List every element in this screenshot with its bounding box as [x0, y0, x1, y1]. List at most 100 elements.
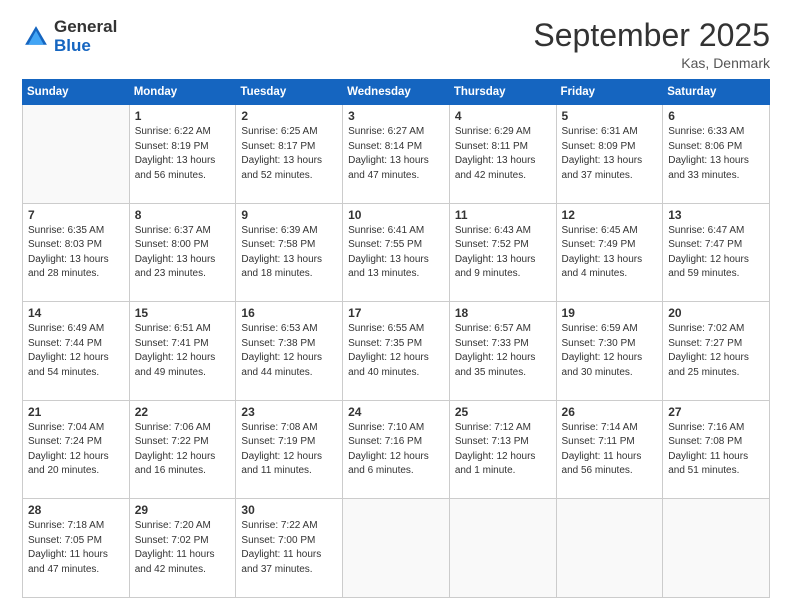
day-number: 14: [28, 306, 124, 320]
calendar-cell: [556, 499, 663, 598]
calendar-cell: 6 Sunrise: 6:33 AMSunset: 8:06 PMDayligh…: [663, 105, 770, 204]
logo-icon: [22, 23, 50, 51]
day-info: Sunrise: 6:47 AMSunset: 7:47 PMDaylight:…: [668, 224, 764, 282]
logo-text: General Blue: [54, 18, 117, 55]
col-sunday: Sunday: [23, 80, 130, 105]
day-info: Sunrise: 6:53 AMSunset: 7:38 PMDaylight:…: [241, 322, 337, 380]
day-number: 28: [28, 503, 124, 517]
day-info: Sunrise: 7:14 AMSunset: 7:11 PMDaylight:…: [562, 421, 658, 479]
day-info: Sunrise: 6:35 AMSunset: 8:03 PMDaylight:…: [28, 224, 124, 282]
day-info: Sunrise: 6:37 AMSunset: 8:00 PMDaylight:…: [135, 224, 231, 282]
calendar-cell: 3 Sunrise: 6:27 AMSunset: 8:14 PMDayligh…: [343, 105, 450, 204]
calendar-cell: 15 Sunrise: 6:51 AMSunset: 7:41 PMDaylig…: [129, 302, 236, 401]
day-info: Sunrise: 6:55 AMSunset: 7:35 PMDaylight:…: [348, 322, 444, 380]
day-info: Sunrise: 7:02 AMSunset: 7:27 PMDaylight:…: [668, 322, 764, 380]
calendar-cell: [23, 105, 130, 204]
day-info: Sunrise: 7:22 AMSunset: 7:00 PMDaylight:…: [241, 519, 337, 577]
calendar-cell: [343, 499, 450, 598]
calendar-cell: 23 Sunrise: 7:08 AMSunset: 7:19 PMDaylig…: [236, 400, 343, 499]
day-info: Sunrise: 6:45 AMSunset: 7:49 PMDaylight:…: [562, 224, 658, 282]
logo: General Blue: [22, 18, 117, 55]
day-info: Sunrise: 6:41 AMSunset: 7:55 PMDaylight:…: [348, 224, 444, 282]
day-number: 20: [668, 306, 764, 320]
calendar-cell: 2 Sunrise: 6:25 AMSunset: 8:17 PMDayligh…: [236, 105, 343, 204]
day-info: Sunrise: 6:57 AMSunset: 7:33 PMDaylight:…: [455, 322, 551, 380]
day-info: Sunrise: 6:27 AMSunset: 8:14 PMDaylight:…: [348, 125, 444, 183]
day-number: 11: [455, 208, 551, 222]
calendar-cell: [663, 499, 770, 598]
title-block: September 2025 Kas, Denmark: [533, 18, 770, 71]
calendar-cell: 1 Sunrise: 6:22 AMSunset: 8:19 PMDayligh…: [129, 105, 236, 204]
calendar-header-row: Sunday Monday Tuesday Wednesday Thursday…: [23, 80, 770, 105]
day-number: 12: [562, 208, 658, 222]
page-header: General Blue September 2025 Kas, Denmark: [22, 18, 770, 71]
calendar-cell: 5 Sunrise: 6:31 AMSunset: 8:09 PMDayligh…: [556, 105, 663, 204]
calendar-cell: [449, 499, 556, 598]
calendar-cell: 26 Sunrise: 7:14 AMSunset: 7:11 PMDaylig…: [556, 400, 663, 499]
calendar-cell: 30 Sunrise: 7:22 AMSunset: 7:00 PMDaylig…: [236, 499, 343, 598]
col-friday: Friday: [556, 80, 663, 105]
day-number: 27: [668, 405, 764, 419]
calendar-cell: 4 Sunrise: 6:29 AMSunset: 8:11 PMDayligh…: [449, 105, 556, 204]
calendar-cell: 8 Sunrise: 6:37 AMSunset: 8:00 PMDayligh…: [129, 203, 236, 302]
calendar-cell: 14 Sunrise: 6:49 AMSunset: 7:44 PMDaylig…: [23, 302, 130, 401]
day-info: Sunrise: 6:33 AMSunset: 8:06 PMDaylight:…: [668, 125, 764, 183]
day-number: 30: [241, 503, 337, 517]
day-number: 26: [562, 405, 658, 419]
day-number: 10: [348, 208, 444, 222]
calendar-cell: 25 Sunrise: 7:12 AMSunset: 7:13 PMDaylig…: [449, 400, 556, 499]
day-info: Sunrise: 7:16 AMSunset: 7:08 PMDaylight:…: [668, 421, 764, 479]
location: Kas, Denmark: [533, 55, 770, 71]
day-number: 2: [241, 109, 337, 123]
calendar-cell: 28 Sunrise: 7:18 AMSunset: 7:05 PMDaylig…: [23, 499, 130, 598]
day-info: Sunrise: 6:43 AMSunset: 7:52 PMDaylight:…: [455, 224, 551, 282]
day-info: Sunrise: 6:39 AMSunset: 7:58 PMDaylight:…: [241, 224, 337, 282]
day-number: 18: [455, 306, 551, 320]
day-info: Sunrise: 6:29 AMSunset: 8:11 PMDaylight:…: [455, 125, 551, 183]
col-tuesday: Tuesday: [236, 80, 343, 105]
day-info: Sunrise: 6:51 AMSunset: 7:41 PMDaylight:…: [135, 322, 231, 380]
day-number: 5: [562, 109, 658, 123]
day-number: 6: [668, 109, 764, 123]
calendar-cell: 13 Sunrise: 6:47 AMSunset: 7:47 PMDaylig…: [663, 203, 770, 302]
calendar-cell: 11 Sunrise: 6:43 AMSunset: 7:52 PMDaylig…: [449, 203, 556, 302]
calendar-cell: 12 Sunrise: 6:45 AMSunset: 7:49 PMDaylig…: [556, 203, 663, 302]
calendar-cell: 17 Sunrise: 6:55 AMSunset: 7:35 PMDaylig…: [343, 302, 450, 401]
day-info: Sunrise: 7:06 AMSunset: 7:22 PMDaylight:…: [135, 421, 231, 479]
day-number: 23: [241, 405, 337, 419]
day-info: Sunrise: 6:31 AMSunset: 8:09 PMDaylight:…: [562, 125, 658, 183]
day-number: 15: [135, 306, 231, 320]
day-info: Sunrise: 6:25 AMSunset: 8:17 PMDaylight:…: [241, 125, 337, 183]
calendar-cell: 10 Sunrise: 6:41 AMSunset: 7:55 PMDaylig…: [343, 203, 450, 302]
calendar-cell: 16 Sunrise: 6:53 AMSunset: 7:38 PMDaylig…: [236, 302, 343, 401]
day-number: 4: [455, 109, 551, 123]
calendar-cell: 27 Sunrise: 7:16 AMSunset: 7:08 PMDaylig…: [663, 400, 770, 499]
day-number: 19: [562, 306, 658, 320]
day-number: 16: [241, 306, 337, 320]
day-info: Sunrise: 6:49 AMSunset: 7:44 PMDaylight:…: [28, 322, 124, 380]
col-saturday: Saturday: [663, 80, 770, 105]
day-number: 7: [28, 208, 124, 222]
day-number: 25: [455, 405, 551, 419]
col-wednesday: Wednesday: [343, 80, 450, 105]
calendar-cell: 7 Sunrise: 6:35 AMSunset: 8:03 PMDayligh…: [23, 203, 130, 302]
day-number: 13: [668, 208, 764, 222]
month-title: September 2025: [533, 18, 770, 53]
day-number: 8: [135, 208, 231, 222]
day-number: 29: [135, 503, 231, 517]
day-number: 3: [348, 109, 444, 123]
day-info: Sunrise: 6:59 AMSunset: 7:30 PMDaylight:…: [562, 322, 658, 380]
calendar-cell: 21 Sunrise: 7:04 AMSunset: 7:24 PMDaylig…: [23, 400, 130, 499]
day-info: Sunrise: 7:10 AMSunset: 7:16 PMDaylight:…: [348, 421, 444, 479]
day-info: Sunrise: 6:22 AMSunset: 8:19 PMDaylight:…: [135, 125, 231, 183]
day-info: Sunrise: 7:20 AMSunset: 7:02 PMDaylight:…: [135, 519, 231, 577]
calendar-cell: 19 Sunrise: 6:59 AMSunset: 7:30 PMDaylig…: [556, 302, 663, 401]
calendar-cell: 22 Sunrise: 7:06 AMSunset: 7:22 PMDaylig…: [129, 400, 236, 499]
day-number: 22: [135, 405, 231, 419]
day-number: 1: [135, 109, 231, 123]
day-info: Sunrise: 7:04 AMSunset: 7:24 PMDaylight:…: [28, 421, 124, 479]
col-thursday: Thursday: [449, 80, 556, 105]
calendar-table: Sunday Monday Tuesday Wednesday Thursday…: [22, 79, 770, 598]
day-info: Sunrise: 7:12 AMSunset: 7:13 PMDaylight:…: [455, 421, 551, 479]
day-number: 9: [241, 208, 337, 222]
